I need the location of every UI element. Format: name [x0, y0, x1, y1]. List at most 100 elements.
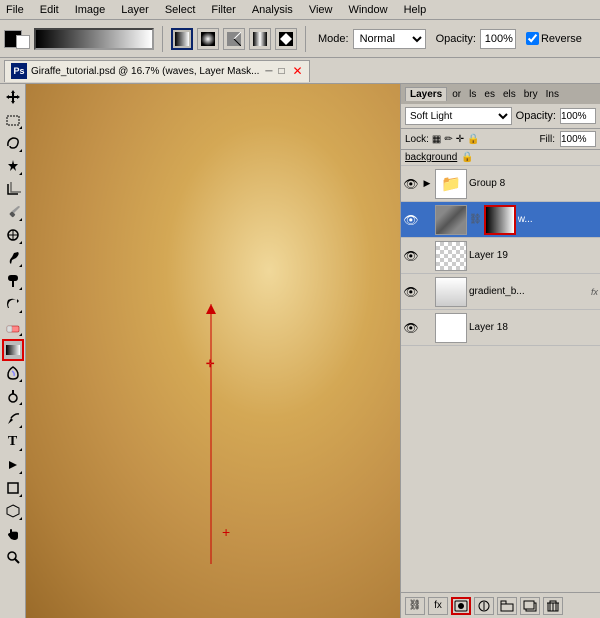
lock-all-icon[interactable]: 🔒 — [467, 134, 479, 145]
menu-select[interactable]: Select — [163, 4, 198, 16]
menu-view[interactable]: View — [307, 4, 335, 16]
tool-eraser[interactable] — [2, 316, 24, 338]
layer-name-layer19: Layer 19 — [469, 250, 598, 261]
tool-3d[interactable] — [2, 500, 24, 522]
layer-item-group8[interactable]: 👁 ▶ 📁 Group 8 — [401, 166, 600, 202]
angle-gradient-btn[interactable] — [223, 28, 245, 50]
layer-fx-icon: fx — [591, 287, 598, 297]
blend-mode-select[interactable]: Normal Multiply Screen Overlay Soft Ligh… — [353, 29, 426, 49]
new-layer-btn[interactable] — [520, 597, 540, 615]
new-group-btn[interactable] — [497, 597, 517, 615]
paths-tab-els[interactable]: els — [500, 88, 519, 101]
panel-bottom: ⛓ fx — [401, 592, 600, 618]
layer-eye-group8[interactable]: 👁 — [403, 176, 419, 192]
layers-tab[interactable]: Layers — [405, 87, 447, 101]
layer-name-gradient-b: gradient_b... — [469, 286, 589, 297]
tool-lasso[interactable] — [2, 132, 24, 154]
menu-help[interactable]: Help — [402, 4, 429, 16]
tool-healing[interactable] — [2, 224, 24, 246]
menu-image[interactable]: Image — [73, 4, 108, 16]
minimize-btn[interactable]: ─ — [265, 66, 272, 77]
move-icon: ✛ — [206, 359, 214, 370]
paths-tab-bry[interactable]: bry — [521, 88, 541, 101]
opacity-input[interactable] — [480, 29, 516, 49]
layer-thumb-layer19 — [435, 241, 467, 271]
tool-history-brush[interactable] — [2, 293, 24, 315]
new-adjustment-btn[interactable] — [474, 597, 494, 615]
tool-pen[interactable] — [2, 408, 24, 430]
layer-item-waves[interactable]: 👁 ⛓ w... — [401, 202, 600, 238]
tool-move[interactable] — [2, 86, 24, 108]
background-layer-bar: background 🔒 — [401, 150, 600, 166]
add-fx-btn[interactable]: fx — [428, 597, 448, 615]
menu-layer[interactable]: Layer — [119, 4, 151, 16]
layer-expand-group8[interactable]: ▶ — [421, 178, 433, 190]
paths-tab-ins[interactable]: Ins — [543, 88, 562, 101]
folder-icon: 📁 — [441, 174, 461, 194]
layer-opacity-input[interactable] — [560, 108, 596, 124]
paths-tab-ls[interactable]: ls — [466, 88, 479, 101]
lock-position-icon[interactable]: ✛ — [456, 134, 464, 145]
lock-label: Lock: — [405, 134, 429, 145]
tool-path-selection[interactable] — [2, 454, 24, 476]
lock-transparency-icon[interactable]: ▦ — [432, 134, 441, 145]
tool-magic-wand[interactable] — [2, 155, 24, 177]
reverse-checkbox[interactable] — [526, 32, 539, 45]
layer-blend-select[interactable]: Soft Light Normal Multiply Screen Overla… — [405, 107, 512, 125]
layer-eye-layer18[interactable]: 👁 — [403, 320, 419, 336]
layer-opacity-label: Opacity: — [516, 110, 556, 122]
layer-thumb-gradient-b — [435, 277, 467, 307]
reverse-checkbox-row[interactable]: Reverse — [526, 32, 582, 45]
document-tab[interactable]: Ps Giraffe_tutorial.psd @ 16.7% (waves, … — [4, 60, 310, 82]
main-area: T ✛ — [0, 84, 600, 618]
add-mask-btn[interactable] — [451, 597, 471, 615]
layer-expand-waves — [421, 214, 433, 226]
gradient-preview[interactable] — [34, 28, 154, 50]
tool-dodge[interactable] — [2, 385, 24, 407]
tool-clone-stamp[interactable] — [2, 270, 24, 292]
layer-eye-waves[interactable]: 👁 — [403, 212, 419, 228]
channels-tab[interactable]: or — [449, 88, 464, 101]
fill-label: Fill: — [539, 134, 555, 145]
tool-brush[interactable] — [2, 247, 24, 269]
lock-brush-icon[interactable]: ✏ — [444, 134, 452, 145]
tool-marquee[interactable] — [2, 109, 24, 131]
layer-item-layer18[interactable]: 👁 Layer 18 — [401, 310, 600, 346]
toolbox: T — [0, 84, 26, 618]
layer-thumb-waves — [435, 205, 467, 235]
tool-eyedropper[interactable] — [2, 201, 24, 223]
background-lock-icon: 🔒 — [461, 152, 473, 163]
tool-blur[interactable] — [2, 362, 24, 384]
linear-gradient-btn[interactable] — [171, 28, 193, 50]
diamond-gradient-btn[interactable] — [275, 28, 297, 50]
tool-zoom[interactable] — [2, 546, 24, 568]
layer-mask-thumb-waves — [484, 205, 516, 235]
paths-tab-es[interactable]: es — [481, 88, 498, 101]
close-btn[interactable]: ✕ — [293, 64, 303, 78]
tool-shape[interactable] — [2, 477, 24, 499]
layer-eye-gradient-b[interactable]: 👁 — [403, 284, 419, 300]
document-tab-label: Giraffe_tutorial.psd @ 16.7% (waves, Lay… — [31, 66, 259, 77]
fill-input[interactable] — [560, 131, 596, 147]
tool-hand[interactable] — [2, 523, 24, 545]
menu-window[interactable]: Window — [346, 4, 389, 16]
layer-item-layer19[interactable]: 👁 Layer 19 — [401, 238, 600, 274]
tool-gradient[interactable] — [2, 339, 24, 361]
reflected-gradient-btn[interactable] — [249, 28, 271, 50]
menu-filter[interactable]: Filter — [209, 4, 237, 16]
link-layers-btn[interactable]: ⛓ — [405, 597, 425, 615]
panel-tabs: Layers or ls es els bry Ins — [401, 84, 600, 104]
maximize-btn[interactable]: □ — [279, 66, 285, 77]
toolbar-separator2 — [305, 26, 306, 52]
menu-file[interactable]: File — [4, 4, 26, 16]
crosshair-plus-icon: + — [222, 524, 230, 540]
delete-layer-btn[interactable] — [543, 597, 563, 615]
tool-crop[interactable] — [2, 178, 24, 200]
layer-item-gradient-b[interactable]: 👁 gradient_b... fx — [401, 274, 600, 310]
layer-eye-layer19[interactable]: 👁 — [403, 248, 419, 264]
tool-text[interactable]: T — [2, 431, 24, 453]
layer-expand-layer19 — [421, 250, 433, 262]
menu-analysis[interactable]: Analysis — [250, 4, 295, 16]
menu-edit[interactable]: Edit — [38, 4, 61, 16]
radial-gradient-btn[interactable] — [197, 28, 219, 50]
